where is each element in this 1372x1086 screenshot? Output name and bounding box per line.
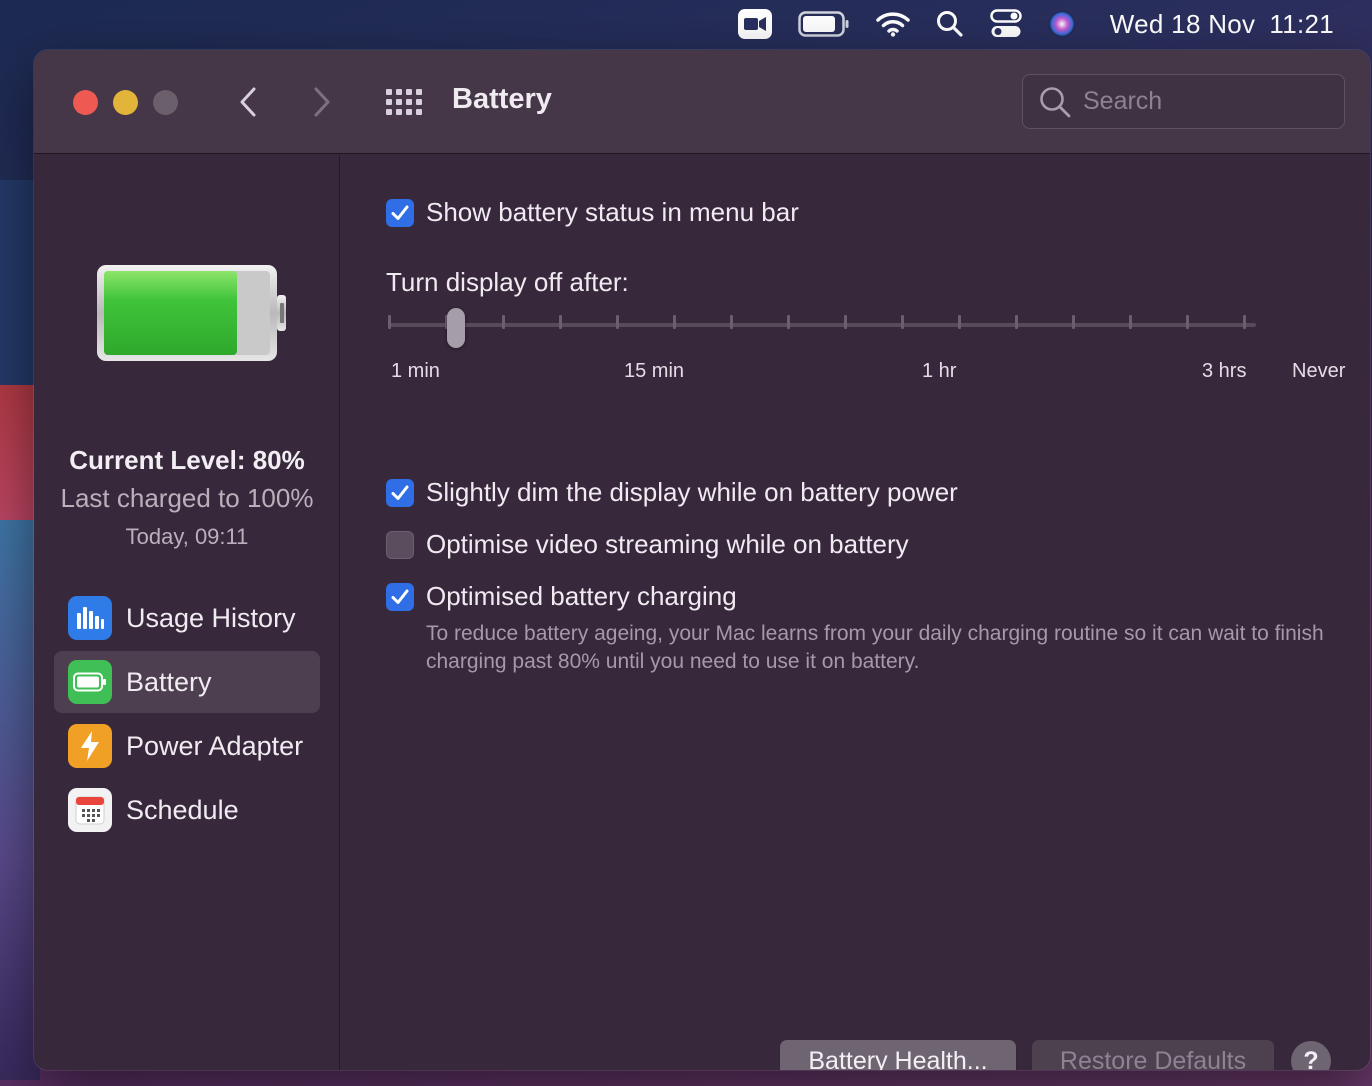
sidebar-item-label: Battery [126,666,212,697]
siri-icon[interactable] [1048,0,1076,48]
chevron-right-icon [314,87,330,117]
battery-icon[interactable] [798,0,850,48]
optimise-video-checkbox[interactable] [386,530,414,559]
battery-level-icon [96,263,290,368]
slider-tick [559,315,562,329]
battery-preferences-window: Battery Search Current Level: 80% Last c… [34,50,1370,1070]
show-all-button[interactable] [382,83,426,121]
display-off-slider-track[interactable] [388,323,1256,327]
back-button[interactable] [226,80,270,124]
slider-tick [901,315,904,329]
dim-display-checkbox[interactable] [386,478,414,507]
optimise-video-label: Optimise video streaming while on batter… [426,529,909,559]
tick-label-3-hrs: 3 hrs [1202,360,1247,382]
slider-tick [1243,315,1246,329]
battery-icon [68,660,112,704]
battery-health-button[interactable]: Battery Health... [780,1040,1016,1070]
slider-tick [1186,315,1189,329]
forward-button[interactable] [300,80,344,124]
show-battery-status-label: Show battery status in menu bar [426,197,799,227]
optimised-charging-description: To reduce battery ageing, your Mac learn… [426,622,1324,673]
menu-bar: Wed 18 Nov 11:21 [0,0,1372,48]
show-battery-status-checkbox[interactable] [386,198,414,227]
window-title: Battery [452,83,552,115]
checkmark-icon [391,205,409,220]
slider-tick [616,315,619,329]
optimise-video-row: Optimise video streaming while on batter… [386,529,909,560]
calendar-icon [68,788,112,832]
grid-icon [386,89,422,115]
dim-display-row: Slightly dim the display while on batter… [386,477,958,508]
sidebar-item-label: Schedule [126,794,239,825]
menu-bar-date: Wed 18 Nov [1109,8,1256,39]
sidebar-item-battery[interactable]: Battery [54,651,320,713]
slider-tick [388,315,391,329]
search-icon [1040,86,1071,117]
display-off-slider-knob[interactable] [447,308,465,348]
menu-bar-time: 11:21 [1269,8,1334,39]
chevron-left-icon [240,87,256,117]
slider-tick [787,315,790,329]
slider-tick [1015,315,1018,329]
checkmark-icon [391,485,409,500]
sidebar-item-label: Usage History [126,602,296,633]
sidebar: Current Level: 80% Last charged to 100% … [34,155,340,1070]
current-level-text: Current Level: 80% [69,445,305,475]
slider-tick [1129,315,1132,329]
tick-label-1-min: 1 min [391,360,440,382]
search-input[interactable] [1083,87,1323,116]
slider-tick [844,315,847,329]
help-button[interactable]: ? [1291,1041,1331,1070]
tick-label-never: Never [1292,360,1346,382]
close-window-button[interactable] [73,90,98,115]
display-off-title: Turn display off after: [386,267,629,297]
minimize-window-button[interactable] [113,90,138,115]
charged-time-text: Today, 09:11 [125,524,249,549]
wifi-icon[interactable] [876,0,910,48]
slider-tick [673,315,676,329]
last-charged-text: Last charged to 100% [60,483,314,513]
sidebar-item-power-adapter[interactable]: Power Adapter [54,715,320,777]
title-bar: Battery [34,50,1370,154]
tick-label-15-min: 15 min [624,360,685,382]
dim-display-label: Slightly dim the display while on batter… [426,477,958,507]
sidebar-item-usage-history[interactable]: Usage History [54,587,320,649]
sidebar-item-label: Power Adapter [126,730,304,761]
battery-settings-pane: Show battery status in menu bar Turn dis… [341,155,1370,1070]
bar-chart-icon [68,596,112,640]
zoom-window-button[interactable] [153,90,178,115]
checkmark-icon [391,589,409,604]
optimised-charging-row: Optimised battery charging [386,581,737,612]
lightning-icon [68,724,112,768]
sidebar-item-schedule[interactable]: Schedule [54,779,320,841]
optimised-charging-label: Optimised battery charging [426,581,737,611]
search-icon[interactable] [936,0,964,48]
slider-tick [958,315,961,329]
show-battery-status-row: Show battery status in menu bar [386,197,799,228]
restore-defaults-button[interactable]: Restore Defaults [1032,1040,1274,1070]
tick-label-1-hr: 1 hr [922,360,957,382]
slider-tick [502,315,505,329]
search-field[interactable] [1022,74,1345,129]
slider-tick [1072,315,1075,329]
optimised-charging-checkbox[interactable] [386,582,414,611]
slider-tick [730,315,733,329]
menu-bar-clock[interactable]: Wed 18 Nov 11:21 [1110,9,1334,40]
control-center-icon[interactable] [990,0,1022,48]
video-camera-icon[interactable] [737,0,772,48]
